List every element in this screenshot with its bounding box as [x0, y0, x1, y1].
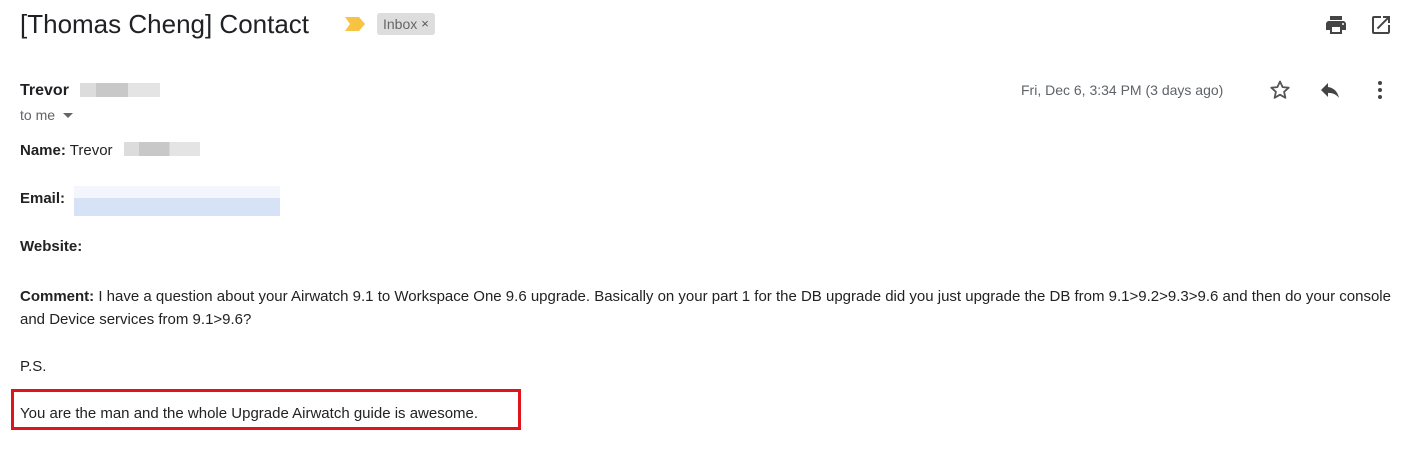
name-field: Name: Trevor [20, 142, 113, 159]
email-subject: [Thomas Cheng] Contact [20, 9, 310, 39]
comment-label: Comment: [20, 288, 95, 305]
email-field: Email: [20, 190, 65, 207]
website-label: Website: [20, 238, 83, 255]
closing-text: You are the man and the whole Upgrade Ai… [20, 405, 479, 422]
print-icon[interactable] [1324, 13, 1348, 37]
name-label: Name: [20, 142, 66, 159]
open-in-new-window-icon[interactable] [1369, 13, 1393, 37]
to-line: to me [20, 107, 56, 123]
reply-icon[interactable] [1318, 78, 1342, 102]
email-label: Email: [20, 190, 66, 207]
important-marker-icon[interactable] [344, 16, 366, 32]
more-vert-icon[interactable] [1368, 78, 1392, 102]
comment-field: Comment: I have a question about your Ai… [20, 285, 1395, 331]
website-field: Website: [20, 238, 82, 255]
star-icon[interactable] [1268, 78, 1292, 102]
message-date: Fri, Dec 6, 3:34 PM (3 days ago) [1021, 82, 1224, 98]
comment-text: I have a question about your Airwatch 9.… [20, 288, 1391, 328]
ps-text: P.S. [20, 358, 47, 375]
redacted-name-surname [124, 142, 200, 156]
remove-label-button[interactable]: × [421, 13, 429, 35]
recipient-details-toggle[interactable]: to me [20, 107, 74, 123]
redacted-sender-surname [80, 83, 160, 97]
redacted-email-link[interactable] [74, 186, 280, 216]
sender-name: Trevor [20, 82, 69, 99]
inbox-label-chip: Inbox × [377, 13, 435, 35]
chevron-down-icon [63, 112, 74, 118]
name-value: Trevor [69, 142, 113, 159]
label-name: Inbox [383, 16, 418, 32]
